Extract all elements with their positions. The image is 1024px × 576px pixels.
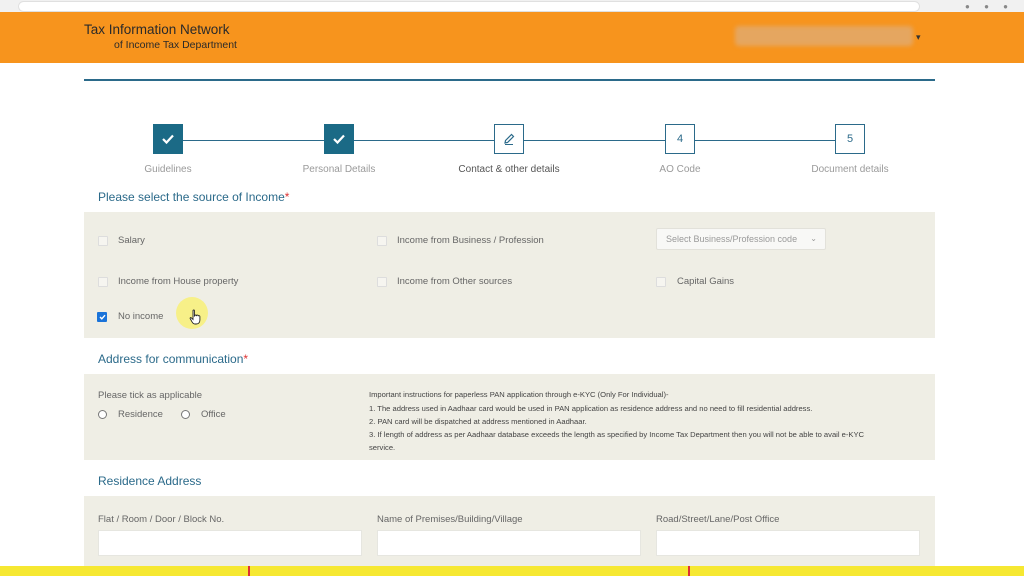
office-radio[interactable]: [181, 410, 190, 419]
address-section-title: Address for communication*: [98, 352, 248, 366]
flat-input[interactable]: [98, 530, 362, 556]
income-title-text: Please select the source of Income: [98, 190, 285, 204]
other-sources-checkbox[interactable]: [377, 277, 387, 287]
road-input[interactable]: [656, 530, 920, 556]
step-label-personal-details: Personal Details: [302, 164, 376, 175]
required-marker: *: [284, 190, 290, 204]
salary-checkbox[interactable]: [98, 236, 108, 246]
step-2-complete[interactable]: [324, 124, 354, 154]
salary-label[interactable]: Salary: [118, 235, 145, 246]
user-account-menu[interactable]: [735, 26, 913, 46]
chevron-down-icon: ⌄: [810, 234, 817, 243]
chevron-down-icon[interactable]: ▾: [916, 32, 921, 43]
residence-radio-label[interactable]: Residence: [118, 409, 163, 420]
header-divider: [84, 79, 935, 81]
residence-radio[interactable]: [98, 410, 107, 419]
step-3-current[interactable]: [494, 124, 524, 154]
ekyc-instruction-2: 2. PAN card will be dispatched at addres…: [369, 417, 587, 426]
income-section-title: Please select the source of Income*: [98, 190, 289, 204]
check-icon: [162, 134, 174, 145]
office-radio-label[interactable]: Office: [201, 409, 226, 420]
brand-title: Tax Information Network: [84, 22, 230, 37]
flat-field-label: Flat / Room / Door / Block No.: [98, 514, 225, 525]
business-code-placeholder: Select Business/Profession code: [666, 234, 798, 244]
hand-pointer-icon: [189, 309, 201, 325]
url-bar[interactable]: [18, 1, 920, 12]
step-label-document-details: Document details: [811, 164, 889, 175]
check-icon: [333, 134, 345, 145]
other-sources-label[interactable]: Income from Other sources: [397, 276, 512, 287]
brand-subtitle: of Income Tax Department: [114, 39, 237, 51]
bottom-overlay-banner: [0, 566, 1024, 576]
no-income-label[interactable]: No income: [118, 311, 163, 322]
ekyc-instruction-3-cont: service.: [369, 443, 396, 452]
road-field-label: Road/Street/Lane/Post Office: [656, 514, 780, 525]
address-title-text: Address for communication: [98, 352, 244, 366]
business-code-select[interactable]: Select Business/Profession code ⌄: [656, 228, 826, 250]
house-property-checkbox[interactable]: [98, 277, 108, 287]
premises-field-label: Name of Premises/Building/Village: [377, 514, 523, 525]
step-label-guidelines: Guidelines: [144, 164, 192, 175]
house-property-label[interactable]: Income from House property: [118, 276, 238, 287]
tick-applicable-prompt: Please tick as applicable: [98, 390, 203, 401]
no-income-checkbox[interactable]: [97, 312, 107, 322]
banner-divider: [688, 566, 690, 576]
step-label-contact-details: Contact & other details: [458, 164, 560, 175]
banner-divider: [248, 566, 250, 576]
premises-input[interactable]: [377, 530, 641, 556]
check-icon: [99, 314, 106, 320]
ekyc-instructions-heading: Important instructions for paperless PAN…: [369, 390, 669, 399]
ekyc-instruction-1: 1. The address used in Aadhaar card woul…: [369, 404, 813, 413]
step-1-complete[interactable]: [153, 124, 183, 154]
edit-pencil-icon: [504, 133, 515, 145]
residence-section-title: Residence Address: [98, 474, 202, 488]
step-4-marker[interactable]: 4: [665, 124, 695, 154]
ekyc-instruction-3: 3. If length of address as per Aadhaar d…: [369, 430, 865, 439]
capital-gains-label[interactable]: Capital Gains: [677, 276, 734, 287]
step-label-ao-code: AO Code: [659, 164, 701, 175]
site-header: Tax Information Network of Income Tax De…: [0, 12, 1024, 63]
business-income-checkbox[interactable]: [377, 236, 387, 246]
capital-gains-checkbox[interactable]: [656, 277, 666, 287]
business-income-label[interactable]: Income from Business / Profession: [397, 235, 544, 246]
step-5-marker[interactable]: 5: [835, 124, 865, 154]
browser-menu-icon[interactable]: ● ● ●: [965, 2, 1014, 11]
required-marker: *: [243, 352, 249, 366]
